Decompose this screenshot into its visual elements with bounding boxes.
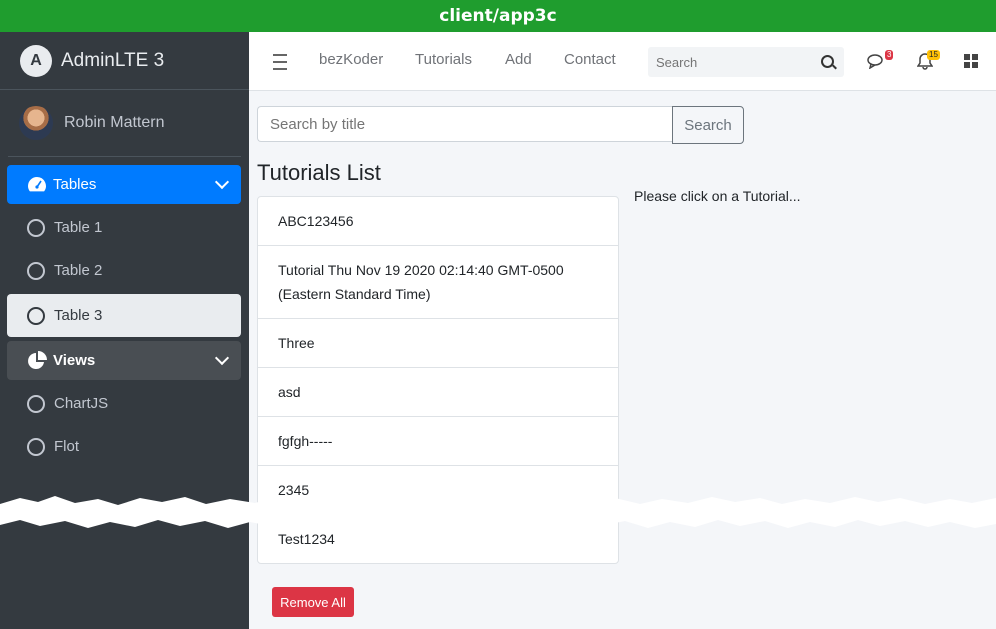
pie-chart-icon	[28, 350, 47, 369]
list-item[interactable]: asd	[258, 368, 618, 417]
nav-link-bezkoder[interactable]: bezKoder	[319, 51, 383, 68]
circle-icon	[27, 306, 45, 325]
window-title-bar: client/app3c	[0, 0, 996, 32]
sidebar-item-table-3[interactable]: Table 3	[7, 294, 241, 337]
navbar-search-input[interactable]	[648, 47, 816, 77]
sidebar-item-tables[interactable]: Tables	[7, 165, 241, 204]
sidebar-item-views[interactable]: Views	[7, 341, 241, 380]
chevron-down-icon	[214, 174, 230, 190]
search-icon[interactable]	[821, 55, 834, 68]
sidebar-item-label: Tables	[53, 176, 97, 193]
sidebar-item-label: ChartJS	[54, 395, 109, 412]
top-navbar: bezKoder Tutorials Add Contact 3 15	[249, 32, 996, 91]
search-button[interactable]: Search	[672, 106, 744, 144]
list-item[interactable]: fgfgh-----	[258, 417, 618, 466]
brand-link[interactable]: A AdminLTE 3	[0, 32, 249, 90]
comments-icon[interactable]	[867, 53, 887, 69]
main-content: Search Tutorials List ABC123456 Tutorial…	[249, 90, 996, 629]
torn-edge-separator	[0, 496, 996, 528]
hamburger-menu-icon[interactable]	[273, 54, 287, 70]
adminlte-logo-icon: A	[20, 44, 52, 77]
sidebar-item-label: Table 1	[54, 219, 103, 236]
chevron-down-icon	[214, 350, 230, 366]
sidebar-item-chartjs[interactable]: ChartJS	[7, 384, 241, 423]
sidebar: A AdminLTE 3 Robin Mattern Tables Table …	[0, 32, 249, 629]
sidebar-item-label: Table 3	[54, 307, 103, 324]
circle-icon	[27, 261, 45, 280]
sidebar-item-table-1[interactable]: Table 1	[7, 208, 241, 247]
window-title: client/app3c	[439, 6, 557, 26]
user-panel[interactable]: Robin Mattern	[8, 90, 241, 157]
avatar	[19, 106, 53, 140]
notifications-badge: 15	[927, 50, 940, 60]
list-item[interactable]: Tutorial Thu Nov 19 2020 02:14:40 GMT-05…	[258, 246, 618, 319]
nav-link-tutorials[interactable]: Tutorials	[415, 51, 472, 68]
select-tutorial-hint: Please click on a Tutorial...	[634, 188, 801, 204]
nav-link-contact[interactable]: Contact	[564, 51, 616, 68]
sidebar-item-label: Views	[53, 352, 96, 369]
messages-badge: 3	[885, 50, 894, 60]
brand-name: AdminLTE 3	[61, 49, 165, 71]
sidebar-item-flot[interactable]: Flot	[7, 427, 241, 466]
sidebar-item-table-2[interactable]: Table 2	[7, 251, 241, 290]
navbar-search	[648, 47, 844, 77]
sidebar-item-label: Flot	[54, 438, 80, 455]
page-title: Tutorials List	[257, 160, 381, 185]
grid-apps-icon[interactable]	[964, 54, 979, 69]
nav-link-add[interactable]: Add	[505, 51, 532, 68]
circle-icon	[27, 394, 45, 413]
list-item[interactable]: Three	[258, 319, 618, 368]
circle-icon	[27, 218, 45, 237]
search-by-title-input[interactable]	[257, 106, 672, 142]
tachometer-icon	[28, 176, 46, 191]
sidebar-item-label: Table 2	[54, 262, 103, 279]
circle-icon	[27, 437, 45, 456]
list-item[interactable]: ABC123456	[258, 197, 618, 246]
user-name: Robin Mattern	[64, 114, 165, 131]
sidebar-nav: Tables Table 1 Table 2 Table 3 Views Cha…	[0, 157, 249, 466]
remove-all-button[interactable]: Remove All	[272, 587, 354, 617]
